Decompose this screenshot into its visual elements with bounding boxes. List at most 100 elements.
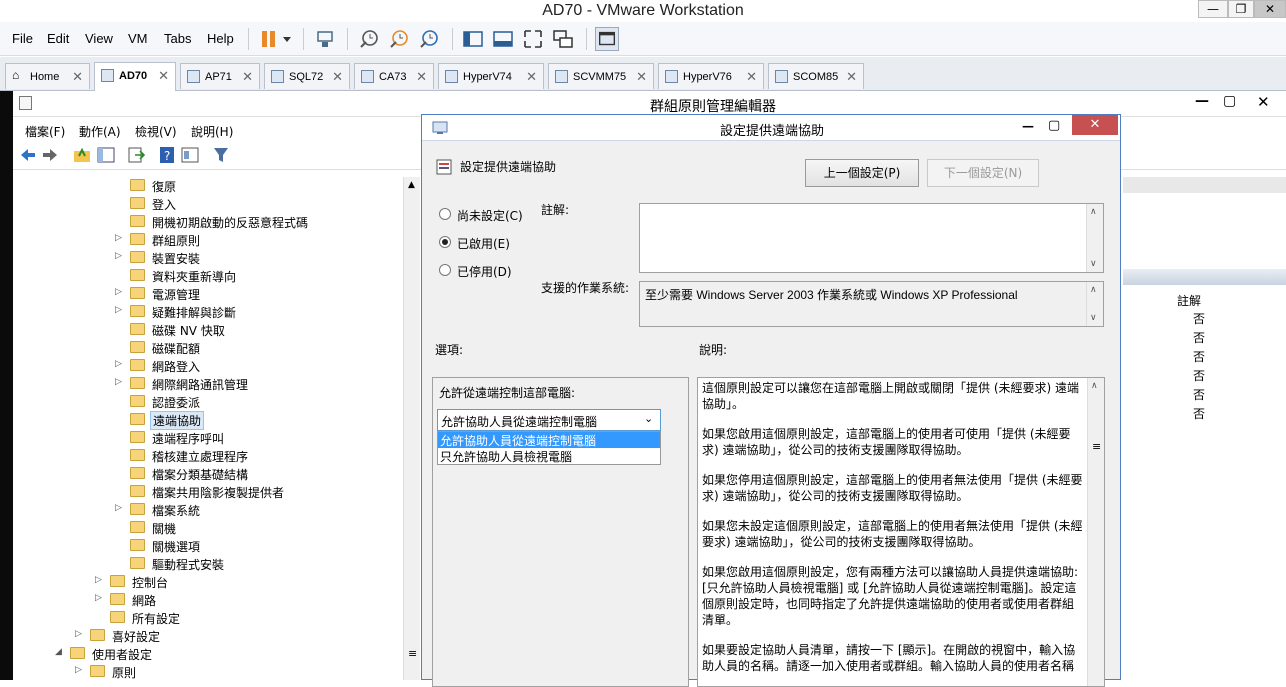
help-paragraph: 如果您停用這個原則設定，這部電腦上的使用者無法使用「提供 (未經要求) 遠端協助…: [702, 473, 1083, 503]
thumbnail-bar-icon[interactable]: [492, 28, 514, 50]
minimize-button[interactable]: —: [1198, 0, 1228, 18]
expand-arrow-icon[interactable]: ▷: [115, 503, 122, 513]
folder-icon: [130, 557, 145, 569]
console-view-icon[interactable]: [595, 27, 619, 51]
comment-textarea[interactable]: ∧ ∨: [639, 203, 1104, 273]
expand-arrow-icon[interactable]: ▷: [115, 287, 122, 297]
tab-sql72[interactable]: SQL72 ✕: [264, 63, 350, 89]
supported-scrollbar[interactable]: ∧ ∨: [1086, 282, 1103, 326]
menu-file[interactable]: File: [12, 31, 33, 46]
snapshot-icon[interactable]: [358, 28, 380, 50]
tree-item-label: 原則: [112, 666, 137, 680]
close-icon[interactable]: ✕: [332, 69, 343, 85]
pause-icon[interactable]: [258, 28, 280, 50]
revert-snapshot-icon[interactable]: [388, 28, 410, 50]
close-button[interactable]: ✕: [1254, 0, 1286, 18]
help-icon[interactable]: ?: [159, 146, 175, 164]
expand-arrow-icon[interactable]: ▷: [75, 629, 82, 639]
filter-icon[interactable]: [213, 146, 229, 164]
menu-edit[interactable]: Edit: [47, 31, 69, 46]
send-ctrl-alt-del-icon[interactable]: [314, 28, 336, 50]
menu-vm[interactable]: VM: [128, 31, 148, 46]
snapshot-manager-icon[interactable]: [418, 28, 440, 50]
menu-tabs[interactable]: Tabs: [164, 31, 191, 46]
tree-item-label: 關機: [152, 522, 177, 536]
maximize-icon[interactable]: ▢: [1048, 118, 1060, 133]
tree-item-label: 磁碟 NV 快取: [152, 324, 225, 338]
tab-ap71[interactable]: AP71 ✕: [180, 63, 260, 89]
comment-value: 否: [1193, 369, 1206, 383]
tab-hyperv74[interactable]: HyperV74 ✕: [438, 63, 544, 89]
full-screen-icon[interactable]: [522, 28, 544, 50]
tree-item-label: 檔案共用陰影複製提供者: [152, 486, 285, 500]
close-icon[interactable]: ✕: [1257, 93, 1270, 111]
help-scrollbar[interactable]: ∧ ≡: [1087, 378, 1104, 686]
collapse-arrow-icon[interactable]: ◢: [55, 647, 62, 657]
tree-item-label: 裝置安裝: [152, 252, 201, 266]
close-icon[interactable]: ✕: [636, 69, 647, 85]
expand-arrow-icon[interactable]: ▷: [115, 251, 122, 261]
tree-item-label: 檔案系統: [152, 504, 201, 518]
select-option[interactable]: 允許協助人員從遠端控制電腦: [438, 432, 660, 448]
help-paragraph: 如果您啟用這個原則設定，這部電腦上的使用者可使用「提供 (未經要求) 遠端協助」…: [702, 427, 1071, 457]
properties-icon[interactable]: [181, 146, 199, 164]
expand-arrow-icon[interactable]: ▷: [95, 575, 102, 585]
menu-help[interactable]: 說明(H): [191, 123, 233, 140]
show-hide-tree-icon[interactable]: [97, 146, 115, 164]
scroll-up-icon[interactable]: ▲: [408, 180, 415, 190]
menu-view[interactable]: View: [85, 31, 113, 46]
close-icon[interactable]: ✕: [72, 69, 83, 85]
expand-arrow-icon[interactable]: ▷: [75, 665, 82, 675]
tree-scrollbar[interactable]: ▲ ≡: [403, 177, 420, 680]
comment-value: 否: [1193, 388, 1206, 402]
menu-file[interactable]: 檔案(F): [25, 123, 65, 140]
up-folder-icon[interactable]: [73, 146, 91, 164]
minimize-icon[interactable]: —: [1195, 93, 1209, 109]
menu-action[interactable]: 動作(A): [79, 123, 121, 140]
sidebar-toggle-icon[interactable]: [462, 28, 484, 50]
menu-view[interactable]: 檢視(V): [135, 123, 177, 140]
tab-hyperv76[interactable]: HyperV76 ✕: [658, 63, 764, 89]
supported-label: 支援的作業系統:: [541, 281, 630, 295]
remote-control-select[interactable]: 允許協助人員從遠端控制電腦 ⌄: [437, 409, 661, 431]
chevron-down-icon[interactable]: [280, 28, 294, 50]
unity-icon[interactable]: [552, 28, 574, 50]
tree-item-label: 群組原則: [152, 234, 201, 248]
tab-home[interactable]: ⌂ Home ✕: [5, 63, 90, 89]
maximize-icon[interactable]: ▢: [1223, 93, 1236, 109]
folder-icon: [130, 413, 145, 425]
expand-arrow-icon[interactable]: ▷: [115, 359, 122, 369]
folder-icon: [130, 197, 145, 209]
close-icon[interactable]: ✕: [158, 68, 169, 84]
minimize-icon[interactable]: —: [1022, 119, 1034, 133]
close-icon[interactable]: ✕: [416, 69, 427, 85]
column-header-comment[interactable]: 註解: [1177, 292, 1201, 309]
folder-icon: [130, 233, 145, 245]
tree-item-label: 控制台: [132, 576, 169, 590]
back-icon[interactable]: [19, 147, 37, 163]
close-icon[interactable]: ✕: [1072, 115, 1118, 135]
tab-scvmm75[interactable]: SCVMM75 ✕: [548, 63, 654, 89]
expand-arrow-icon[interactable]: ▷: [115, 377, 122, 387]
close-icon[interactable]: ✕: [846, 69, 857, 85]
close-icon[interactable]: ✕: [242, 69, 253, 85]
folder-icon: [110, 593, 125, 605]
next-setting-button[interactable]: 下一個設定(N): [927, 159, 1039, 187]
help-textbox[interactable]: 這個原則設定可以讓您在這部電腦上開啟或關閉「提供 (未經要求) 遠端協助」。 如果…: [697, 377, 1105, 687]
tab-scom85[interactable]: SCOM85 ✕: [768, 63, 864, 89]
expand-arrow-icon[interactable]: ▷: [95, 593, 102, 603]
expand-arrow-icon[interactable]: ▷: [115, 233, 122, 243]
forward-icon[interactable]: [41, 147, 59, 163]
menu-help[interactable]: Help: [207, 31, 234, 46]
close-icon[interactable]: ✕: [526, 69, 537, 85]
previous-setting-button[interactable]: 上一個設定(P): [805, 159, 919, 187]
tab-ca73[interactable]: CA73 ✕: [354, 63, 434, 89]
select-option[interactable]: 只允許協助人員檢視電腦: [438, 448, 660, 464]
tab-ad70[interactable]: AD70 ✕: [94, 62, 176, 91]
scroll-thumb-grip-icon[interactable]: ≡: [408, 647, 417, 660]
maximize-button[interactable]: ❐: [1228, 0, 1254, 18]
close-icon[interactable]: ✕: [746, 69, 757, 85]
expand-arrow-icon[interactable]: ▷: [115, 305, 122, 315]
comment-scrollbar[interactable]: ∧ ∨: [1086, 204, 1103, 272]
export-list-icon[interactable]: [127, 146, 145, 164]
